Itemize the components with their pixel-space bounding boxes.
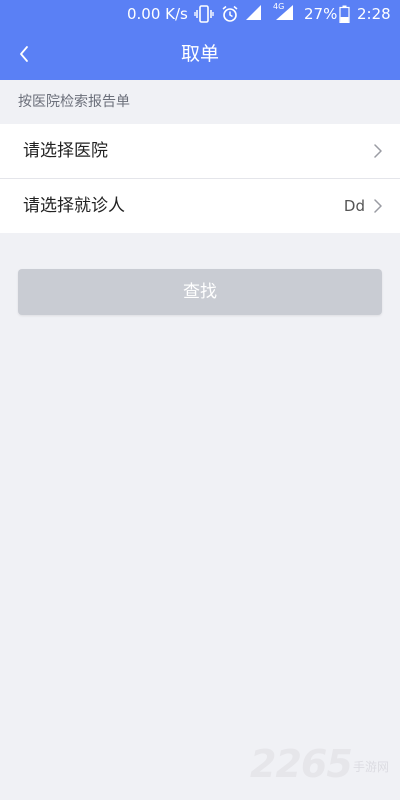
watermark-number: 2265 [250, 742, 353, 786]
vibrate-icon [194, 5, 214, 23]
signal-icon [246, 5, 262, 23]
search-button[interactable]: 查找 [18, 269, 382, 315]
back-button[interactable] [12, 40, 36, 68]
chevron-left-icon [20, 46, 28, 62]
select-patient-row[interactable]: 请选择就诊人 Dd [0, 179, 400, 233]
chevron-right-icon [374, 144, 382, 158]
select-hospital-row[interactable]: 请选择医院 [0, 124, 400, 178]
clock: 2:28 [357, 5, 391, 23]
watermark: 2265 手游网 [250, 740, 400, 790]
chevron-right-icon [374, 199, 382, 213]
row-label: 请选择医院 [23, 141, 108, 161]
row-label: 请选择就诊人 [23, 196, 125, 216]
watermark-text: 手游网 [353, 760, 390, 774]
signal-icon [276, 5, 294, 23]
selection-list: 请选择医院 请选择就诊人 Dd [0, 124, 400, 233]
alarm-icon [221, 5, 239, 23]
patient-value: Dd [343, 197, 365, 215]
battery-percent: 27% [304, 5, 338, 23]
net-speed: 0.00 K/s [127, 5, 188, 23]
app-bar: 0.00 K/s 4G 27% 2:28 取单 [0, 0, 400, 80]
page-title: 取单 [180, 43, 219, 65]
battery-icon [339, 5, 350, 24]
status-bar: 0.00 K/s 4G 27% 2:28 [0, 0, 400, 28]
section-label: 按医院检索报告单 [18, 94, 130, 110]
